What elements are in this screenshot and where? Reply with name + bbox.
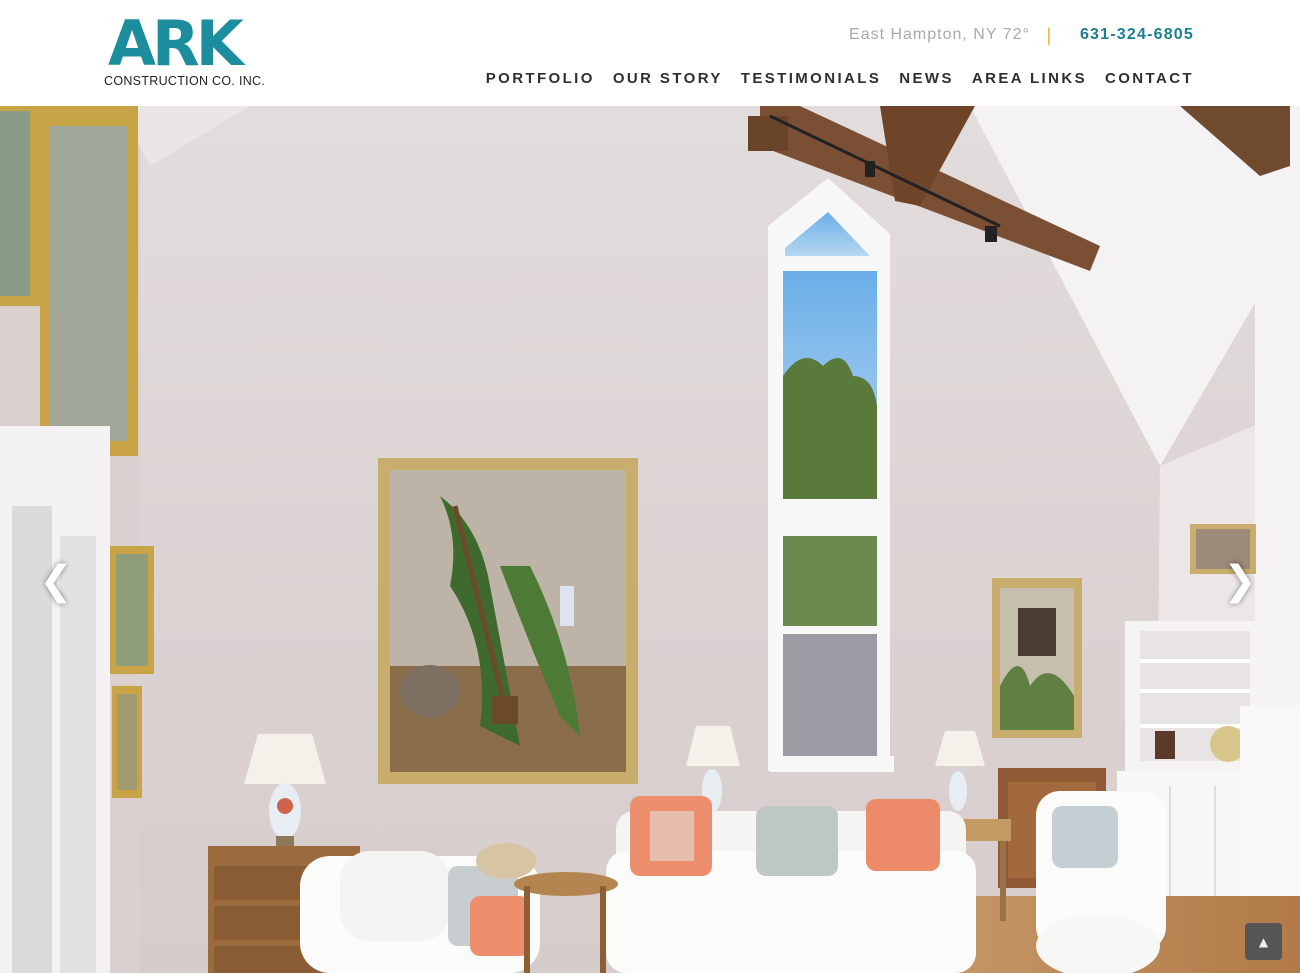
main-nav: PORTFOLIO OUR STORY TESTIMONIALS NEWS AR…: [468, 70, 1194, 87]
weather-text: East Hampton, NY 72°: [849, 26, 1030, 43]
living-room-photo: [0, 106, 1300, 973]
logo[interactable]: ARK CONSTRUCTION CO. INC.: [104, 7, 289, 94]
nav-item-testimonials[interactable]: TESTIMONIALS: [741, 70, 881, 87]
top-bar: East Hampton, NY 72° | 631-324-6805: [849, 24, 1194, 46]
slider-prev-button[interactable]: ❮: [36, 546, 76, 616]
nav-item-area-links[interactable]: AREA LINKS: [972, 70, 1087, 87]
separator: |: [1045, 24, 1052, 46]
scroll-to-top-button[interactable]: ▲: [1245, 923, 1282, 960]
chevron-up-icon: ▲: [1258, 934, 1269, 949]
phone-link[interactable]: 631-324-6805: [1080, 26, 1194, 44]
nav-item-our-story[interactable]: OUR STORY: [613, 70, 723, 87]
chevron-left-icon: ❮: [39, 558, 73, 604]
logo-subtitle: CONSTRUCTION CO. INC.: [104, 74, 266, 88]
logo-mark: ARK: [108, 7, 244, 80]
nav-item-contact[interactable]: CONTACT: [1105, 70, 1194, 87]
hero-slider: ❮ ❯ ▲: [0, 106, 1300, 973]
nav-item-portfolio[interactable]: PORTFOLIO: [486, 70, 595, 87]
site-header: ARK CONSTRUCTION CO. INC. East Hampton, …: [0, 0, 1300, 106]
chevron-right-icon: ❯: [1223, 558, 1257, 604]
nav-item-news[interactable]: NEWS: [899, 70, 954, 87]
slider-next-button[interactable]: ❯: [1220, 546, 1260, 616]
